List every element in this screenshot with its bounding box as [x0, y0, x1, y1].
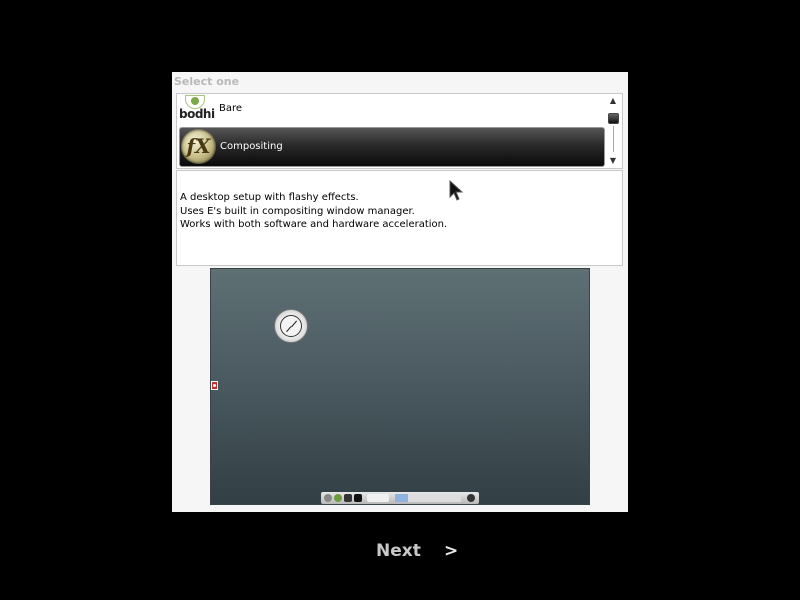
profile-list[interactable]: bodhi Bare fX Compositing ▲ ▼	[176, 93, 623, 169]
desktop-preview-image	[210, 268, 590, 505]
description-line: A desktop setup with flashy effects.	[180, 192, 359, 203]
preview-taskbar	[321, 492, 479, 504]
side-shelf-icon	[211, 381, 218, 390]
list-item-bare[interactable]: bodhi Bare	[179, 94, 605, 126]
list-item-label: Bare	[219, 103, 243, 114]
bodhi-logo-text: bodhi	[179, 107, 215, 121]
fx-logo-icon: fX	[181, 129, 216, 164]
dialog-title: Select one	[174, 75, 240, 88]
mouse-pointer-icon	[449, 180, 464, 201]
description-line: Uses E's built in compositing window man…	[180, 205, 415, 217]
scroll-up-arrow-icon[interactable]: ▲	[606, 96, 620, 106]
profile-description: A desktop setup with flashy effects. Use…	[176, 170, 623, 266]
list-scrollbar[interactable]: ▲ ▼	[606, 96, 620, 166]
next-arrow-icon[interactable]: >	[444, 541, 458, 561]
bodhi-logo-icon: bodhi	[179, 94, 215, 125]
scroll-down-arrow-icon[interactable]: ▼	[606, 156, 620, 166]
list-item-label: Compositing	[220, 141, 283, 152]
scroll-track[interactable]	[613, 126, 614, 152]
description-line: Works with both software and hardware ac…	[180, 219, 448, 230]
profile-wizard-dialog: Select one bodhi Bare fX Compositing ▲ ▼…	[172, 72, 628, 512]
next-button[interactable]: Next	[376, 541, 421, 561]
list-item-compositing[interactable]: fX Compositing	[179, 127, 605, 167]
scroll-thumb[interactable]	[608, 113, 619, 124]
clock-icon	[274, 309, 308, 343]
